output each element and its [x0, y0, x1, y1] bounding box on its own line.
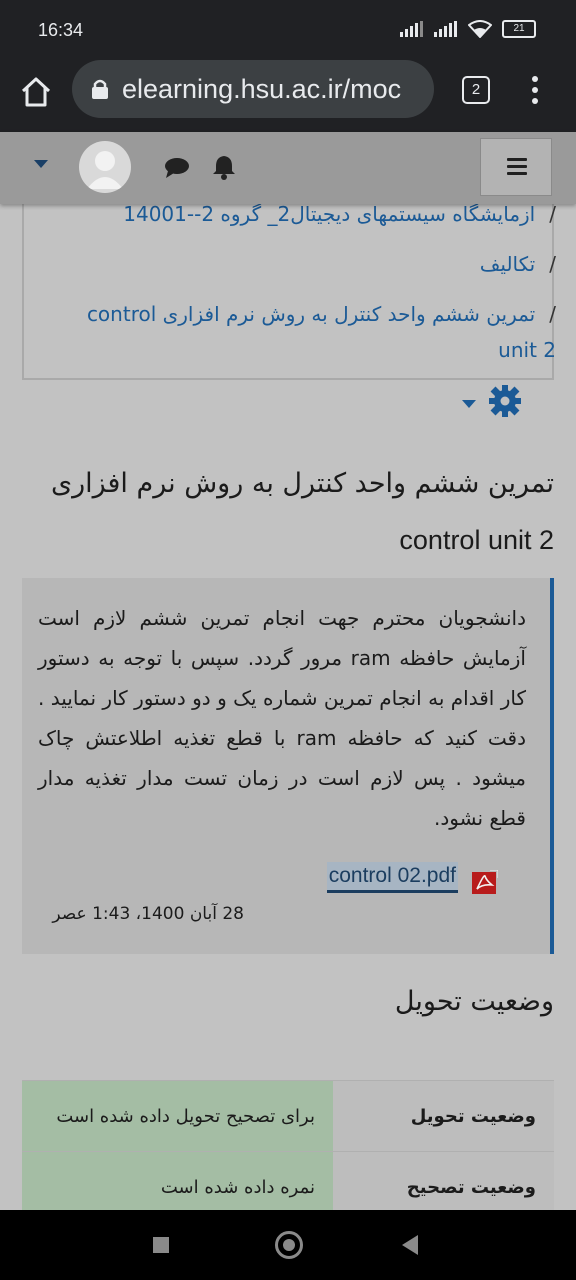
attachment-date: 28 آبان 1400، 1:43 عصر — [52, 904, 244, 924]
grading-status-value: نمره داده شده است — [22, 1151, 333, 1210]
user-menu-caret-icon[interactable] — [34, 160, 48, 168]
lock-icon — [92, 79, 108, 99]
recents-icon[interactable] — [153, 1237, 169, 1253]
site-navbar — [0, 132, 576, 204]
user-avatar-icon — [87, 151, 123, 189]
grading-status-label: وضعیت تصحیح — [333, 1151, 554, 1210]
attachment-link[interactable]: control 02.pdf — [326, 862, 458, 893]
browser-toolbar: elearning.hsu.ac.ir/moc 2 — [0, 60, 576, 132]
more-vert-icon[interactable] — [530, 74, 540, 106]
tabs-icon[interactable]: 2 — [462, 76, 490, 104]
gear-caret-icon[interactable] — [462, 400, 476, 408]
table-row: نمره داده شده است وضعیت تصحیح — [22, 1151, 554, 1210]
pdf-icon — [472, 870, 498, 894]
submission-status-heading: وضعیت تحویل — [394, 986, 554, 1017]
battery-icon: 21 — [502, 20, 536, 38]
avatar[interactable] — [79, 141, 131, 193]
wifi-icon — [468, 20, 492, 38]
signal-icon-2 — [434, 21, 457, 37]
home-nav-icon[interactable] — [275, 1231, 303, 1259]
status-icons: 21 — [400, 20, 536, 38]
assignment-description: دانشجویان محترم جهت انجام تمرین ششم لازم… — [22, 578, 554, 954]
breadcrumb-item-assignments[interactable]: /تکالیف — [480, 246, 556, 282]
main-content: /ازمایشگاه سیستمهای دیجیتال2_ گروه 2--14… — [0, 204, 576, 1210]
submission-status-label: وضعیت تحویل — [333, 1080, 554, 1152]
home-icon[interactable] — [18, 74, 54, 110]
breadcrumb-item-course[interactable]: /ازمایشگاه سیستمهای دیجیتال2_ گروه 2--14… — [123, 204, 556, 232]
address-bar[interactable]: elearning.hsu.ac.ir/moc — [72, 60, 434, 118]
hamburger-icon[interactable] — [480, 138, 552, 196]
status-time: 16:34 — [38, 20, 84, 40]
system-nav-bar — [0, 1210, 576, 1280]
breadcrumb-item-current[interactable]: /تمرین ششم واحد کنترل به روش نرم افزاری … — [66, 296, 556, 368]
signal-icon — [400, 21, 423, 37]
status-bar: 16:34 21 — [0, 0, 576, 60]
description-text: دانشجویان محترم جهت انجام تمرین ششم لازم… — [38, 606, 527, 830]
table-row: برای تصحیح تحویل داده شده است وضعیت تحوی… — [22, 1080, 554, 1152]
submission-status-table: برای تصحیح تحویل داده شده است وضعیت تحوی… — [22, 1080, 554, 1210]
page-title: تمرین ششم واحد کنترل به روش نرم افزاری c… — [50, 468, 554, 555]
url-text: elearning.hsu.ac.ir/moc — [122, 73, 402, 104]
bell-icon[interactable] — [211, 154, 237, 180]
gear-icon[interactable] — [488, 384, 522, 418]
chat-icon[interactable] — [164, 156, 190, 178]
back-icon[interactable] — [402, 1235, 418, 1255]
submission-status-value: برای تصحیح تحویل داده شده است — [22, 1080, 333, 1152]
